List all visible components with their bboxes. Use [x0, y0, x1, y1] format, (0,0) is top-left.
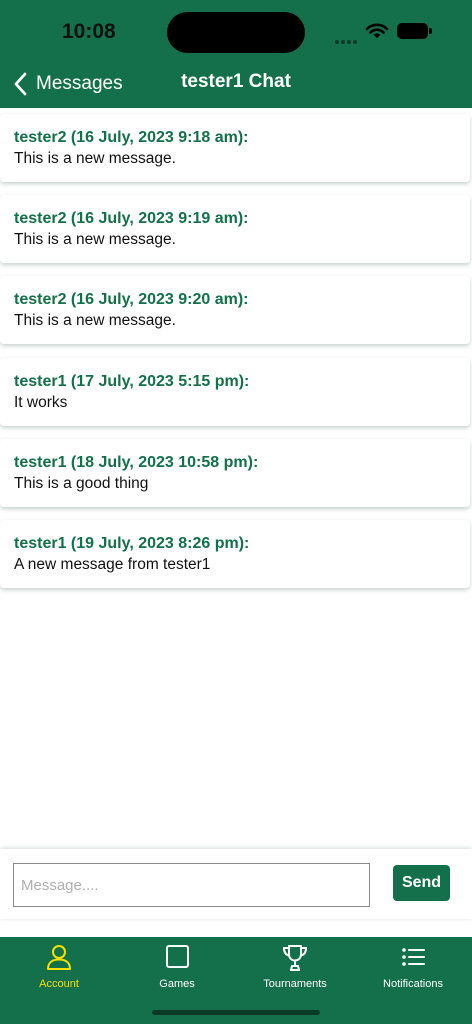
message-item: tester2 (16 July, 2023 9:19 am): This is…	[0, 195, 470, 263]
tab-label: Games	[159, 978, 195, 990]
message-text: A new message from tester1	[14, 556, 211, 573]
status-bar: 10:08	[0, 0, 472, 60]
message-text: This is a good thing	[14, 475, 149, 492]
app-header: 10:08 Messages tester1 Chat	[0, 0, 472, 108]
battery-icon	[397, 23, 428, 39]
tab-label: Tournaments	[263, 978, 327, 990]
status-time: 10:08	[62, 20, 116, 43]
message-text: This is a new message.	[14, 150, 176, 167]
send-button[interactable]: Send	[393, 865, 450, 901]
message-text: It works	[14, 394, 68, 411]
message-sender: tester2 (16 July, 2023 9:18 am):	[14, 129, 249, 146]
square-icon	[118, 943, 236, 973]
message-text: This is a new message.	[14, 312, 176, 329]
message-input[interactable]	[13, 863, 370, 907]
message-item: tester2 (16 July, 2023 9:18 am): This is…	[0, 114, 470, 182]
cellular-signal-icon	[335, 31, 359, 49]
wifi-icon	[365, 23, 389, 38]
message-sender: tester1 (19 July, 2023 8:26 pm):	[14, 535, 250, 552]
dynamic-island	[167, 12, 305, 53]
trophy-icon	[236, 943, 354, 973]
tab-label: Account	[39, 978, 79, 990]
tab-games[interactable]: Games	[118, 937, 236, 1007]
message-item: tester1 (19 July, 2023 8:26 pm): A new m…	[0, 520, 470, 588]
tab-tournaments[interactable]: Tournaments	[236, 937, 354, 1007]
list-icon	[354, 943, 472, 973]
tab-account[interactable]: Account	[0, 937, 118, 1007]
message-sender: tester2 (16 July, 2023 9:20 am):	[14, 291, 249, 308]
compose-bar: Send	[0, 849, 472, 919]
message-item: tester2 (16 July, 2023 9:20 am): This is…	[0, 276, 470, 344]
tab-notifications[interactable]: Notifications	[354, 937, 472, 1007]
page-title: tester1 Chat	[181, 71, 291, 92]
message-text: This is a new message.	[14, 231, 176, 248]
message-item: tester1 (17 July, 2023 5:15 pm): It work…	[0, 358, 470, 426]
tab-label: Notifications	[383, 978, 443, 990]
person-icon	[0, 943, 118, 973]
message-sender: tester2 (16 July, 2023 9:19 am):	[14, 210, 249, 227]
message-sender: tester1 (18 July, 2023 10:58 pm):	[14, 454, 259, 471]
message-sender: tester1 (17 July, 2023 5:15 pm):	[14, 373, 250, 390]
home-indicator	[152, 1010, 320, 1015]
message-item: tester1 (18 July, 2023 10:58 pm): This i…	[0, 439, 470, 507]
tab-bar: Account Games Tournaments Notifications	[0, 937, 472, 1024]
battery-tip	[429, 28, 432, 34]
